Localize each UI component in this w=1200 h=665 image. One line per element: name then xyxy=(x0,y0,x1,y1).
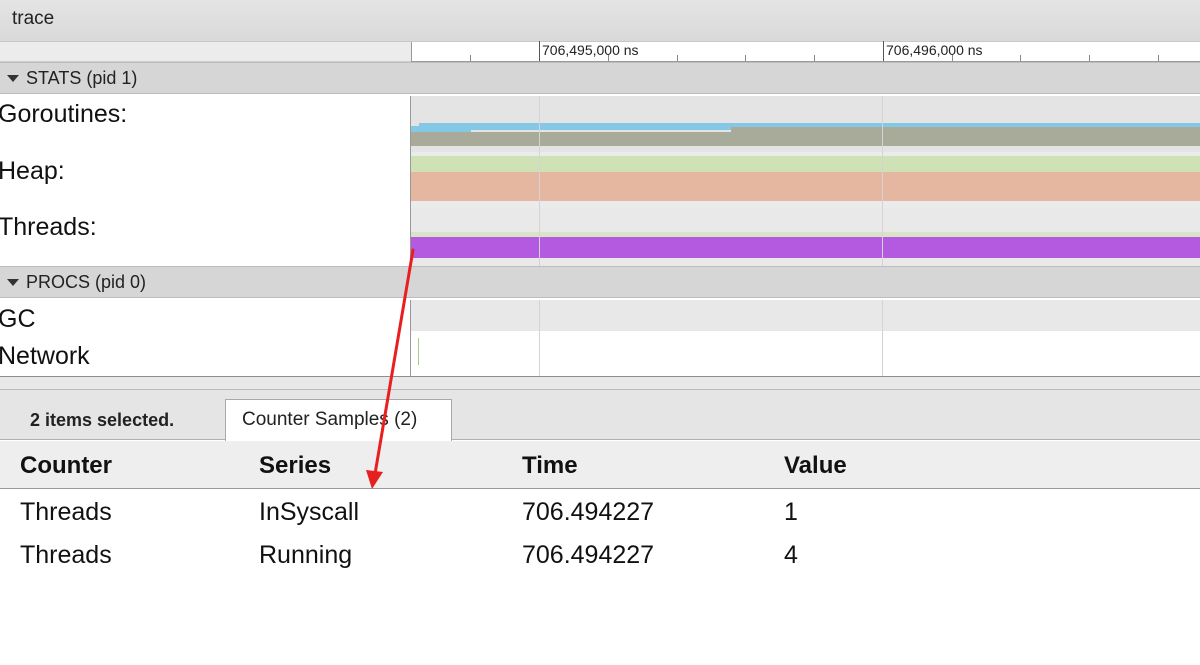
annotation-arrow-line xyxy=(373,248,415,476)
annotation-arrow-head-icon xyxy=(366,470,383,489)
annotation-arrow xyxy=(366,248,415,489)
